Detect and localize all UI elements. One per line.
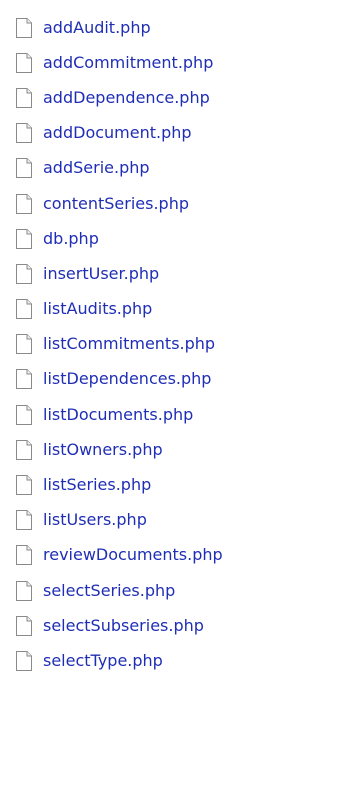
document-icon — [16, 123, 32, 144]
document-icon — [16, 545, 32, 566]
file-item[interactable]: addAudit.php — [0, 10, 350, 45]
file-name[interactable]: addSerie.php — [43, 160, 150, 176]
file-name[interactable]: addDocument.php — [43, 125, 192, 141]
file-item[interactable]: selectSubseries.php — [0, 608, 350, 643]
file-name[interactable]: addAudit.php — [43, 19, 151, 36]
file-item[interactable]: selectSeries.php — [0, 573, 350, 608]
document-icon — [16, 615, 32, 636]
file-item[interactable]: addCommitment.php — [0, 45, 350, 80]
document-icon — [16, 52, 32, 73]
document-icon — [16, 193, 32, 214]
file-name[interactable]: listUsers.php — [43, 512, 147, 528]
document-icon — [16, 650, 32, 671]
file-item[interactable]: db.php — [0, 221, 350, 256]
file-item[interactable]: addDocument.php — [0, 116, 350, 151]
file-name[interactable]: listOwners.php — [43, 441, 163, 458]
document-icon — [16, 228, 32, 249]
document-icon — [16, 158, 32, 179]
file-item[interactable]: selectType.php — [0, 643, 350, 678]
file-item[interactable]: reviewDocuments.php — [0, 538, 350, 573]
file-item[interactable]: addSerie.php — [0, 151, 350, 186]
document-icon — [16, 404, 32, 425]
file-name[interactable]: reviewDocuments.php — [43, 547, 223, 563]
file-name[interactable]: contentSeries.php — [43, 195, 189, 212]
file-item[interactable]: listSeries.php — [0, 467, 350, 502]
file-item[interactable]: contentSeries.php — [0, 186, 350, 221]
file-item[interactable]: listUsers.php — [0, 503, 350, 538]
document-icon — [16, 369, 32, 390]
document-icon — [16, 580, 32, 601]
file-item[interactable]: listAudits.php — [0, 292, 350, 327]
document-icon — [16, 17, 32, 38]
file-name[interactable]: listDocuments.php — [43, 406, 193, 423]
file-item[interactable]: listDocuments.php — [0, 397, 350, 432]
document-icon — [16, 439, 32, 460]
file-item[interactable]: listOwners.php — [0, 432, 350, 467]
file-item[interactable]: listCommitments.php — [0, 327, 350, 362]
document-icon — [16, 510, 32, 531]
file-name[interactable]: listCommitments.php — [43, 336, 215, 352]
file-list: addAudit.php addCommitment.php addDepend… — [0, 10, 350, 679]
file-item[interactable]: listDependences.php — [0, 362, 350, 397]
document-icon — [16, 299, 32, 320]
document-icon — [16, 475, 32, 496]
file-name[interactable]: insertUser.php — [43, 265, 159, 282]
file-name[interactable]: db.php — [43, 230, 99, 247]
file-name[interactable]: selectType.php — [43, 652, 163, 669]
file-name[interactable]: selectSeries.php — [43, 582, 175, 599]
document-icon — [16, 263, 32, 284]
file-item[interactable]: insertUser.php — [0, 256, 350, 291]
file-item[interactable]: addDependence.php — [0, 80, 350, 115]
file-name[interactable]: addCommitment.php — [43, 54, 213, 71]
document-icon — [16, 334, 32, 355]
file-name[interactable]: listSeries.php — [43, 477, 151, 493]
file-name[interactable]: listAudits.php — [43, 301, 152, 317]
file-name[interactable]: selectSubseries.php — [43, 617, 204, 634]
file-name[interactable]: addDependence.php — [43, 89, 210, 106]
file-name[interactable]: listDependences.php — [43, 371, 211, 387]
document-icon — [16, 87, 32, 108]
